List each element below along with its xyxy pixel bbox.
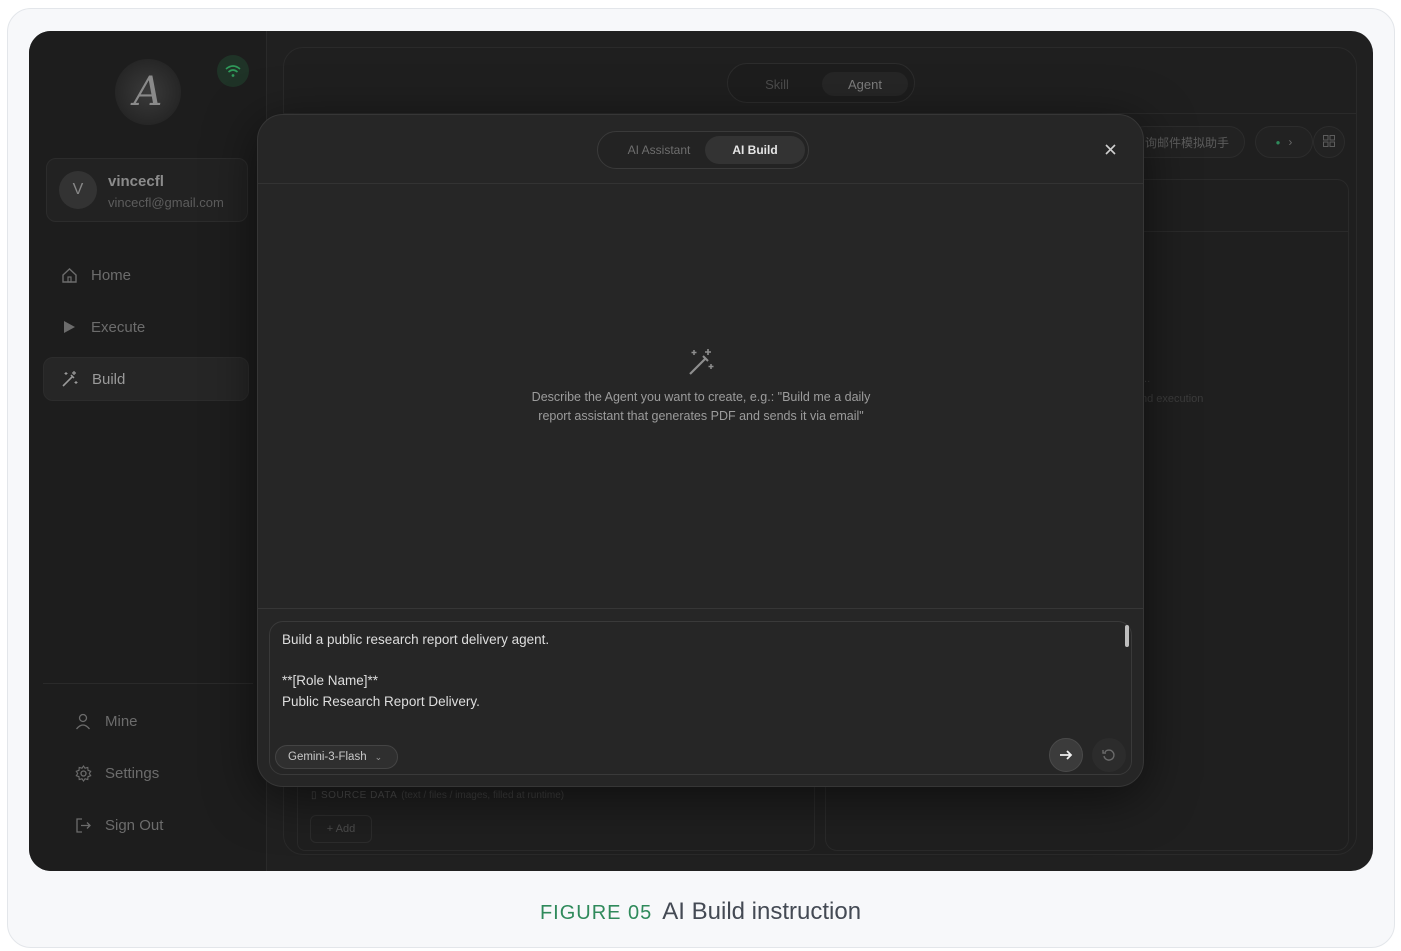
empty-state-description: Describe the Agent you want to create, e… — [531, 390, 871, 423]
sidebar-item-label: Execute — [91, 318, 146, 336]
sidebar-item-build[interactable]: Build — [43, 357, 249, 401]
ai-build-dialog: AI Assistant AI Build Describe the Agent… — [257, 114, 1144, 787]
wifi-icon — [217, 55, 249, 87]
scrollbar-thumb[interactable] — [1125, 625, 1129, 647]
sidebar-item-mine[interactable]: Mine — [43, 699, 249, 743]
source-data-hint: (text / files / images, filled at runtim… — [401, 790, 565, 801]
dialog-tabs: AI Assistant AI Build — [597, 131, 809, 169]
close-button[interactable] — [1100, 139, 1120, 159]
app-screenshot: A V vincecfl vincecfl@gmail.com Home Exe… — [29, 31, 1373, 871]
prompt-line: Build a public research report delivery … — [282, 632, 550, 647]
prompt-area: Build a public research report delivery … — [258, 608, 1143, 786]
sidebar-item-label: Mine — [105, 712, 138, 730]
tab-ai-assistant[interactable]: AI Assistant — [603, 136, 715, 164]
sidebar-divider — [43, 683, 253, 684]
play-icon — [59, 317, 79, 337]
user-email: vincecfl@gmail.com — [108, 195, 224, 210]
source-data-label: ▯ SOURCE DATA (text / files / images, fill… — [311, 790, 564, 801]
sidebar-item-sign-out[interactable]: Sign Out — [43, 803, 249, 847]
avatar: V — [59, 171, 97, 209]
empty-state: Describe the Agent you want to create, e… — [258, 185, 1143, 608]
home-icon — [59, 265, 79, 285]
status-toggle-chip[interactable]: ● › — [1255, 126, 1313, 158]
figure-caption: FIGURE 05 AI Build instruction — [0, 898, 1401, 926]
prompt-line: **[Role Name]** — [282, 673, 379, 688]
grid-icon — [1323, 134, 1335, 150]
tab-skill[interactable]: Skill — [736, 72, 818, 96]
status-dot-icon: ● — [1275, 137, 1281, 147]
magic-wand-icon — [686, 347, 716, 377]
sidebar-item-execute[interactable]: Execute — [43, 305, 249, 349]
mode-tabs: Skill Agent — [727, 63, 915, 103]
grid-view-button[interactable] — [1313, 126, 1345, 158]
magic-wand-icon — [60, 369, 80, 389]
prompt-input[interactable]: Build a public research report delivery … — [269, 621, 1132, 775]
sidebar-item-label: Settings — [105, 764, 160, 782]
agent-selector-label: 询邮件模拟助手 — [1144, 135, 1229, 150]
close-icon — [1104, 143, 1116, 155]
sidebar-item-label: Home — [91, 266, 132, 284]
user-icon — [73, 711, 93, 731]
sidebar: A V vincecfl vincecfl@gmail.com Home Exe… — [29, 31, 267, 871]
agent-selector-chip[interactable]: 询邮件模拟助手 — [1129, 126, 1245, 158]
sidebar-item-settings[interactable]: Settings — [43, 751, 249, 795]
user-profile-card[interactable]: V vincecfl vincecfl@gmail.com — [46, 158, 248, 222]
prompt-line: Public Research Report Delivery. — [282, 694, 480, 709]
sidebar-item-label: Sign Out — [105, 816, 164, 834]
sign-out-icon — [73, 815, 93, 835]
sidebar-item-home[interactable]: Home — [43, 253, 249, 297]
add-source-button[interactable]: + Add — [310, 815, 372, 843]
chevron-down-icon: ⌄ — [374, 751, 383, 762]
dialog-header: AI Assistant AI Build — [258, 115, 1143, 184]
reset-button[interactable] — [1092, 738, 1126, 772]
user-name: vincecfl — [108, 173, 164, 190]
sidebar-item-label: Build — [92, 370, 126, 388]
figure-title: AI Build instruction — [662, 898, 862, 925]
app-logo: A — [115, 59, 181, 125]
figure-number: FIGURE 05 — [539, 902, 653, 924]
arrow-right-icon — [1060, 750, 1073, 760]
send-button[interactable] — [1049, 738, 1083, 772]
source-data-title: SOURCE DATA — [321, 790, 398, 801]
model-selector-label: Gemini-3-Flash — [288, 751, 367, 763]
gear-icon — [73, 763, 93, 783]
tab-ai-build[interactable]: AI Build — [705, 136, 805, 164]
document-icon: ▯ — [311, 790, 318, 801]
chevron-right-icon: › — [1288, 135, 1293, 149]
model-selector[interactable]: Gemini-3-Flash ⌄ — [275, 745, 398, 769]
right-panel-text: nd execution — [1141, 393, 1204, 405]
tab-agent[interactable]: Agent — [822, 72, 908, 96]
refresh-icon — [1102, 749, 1115, 761]
